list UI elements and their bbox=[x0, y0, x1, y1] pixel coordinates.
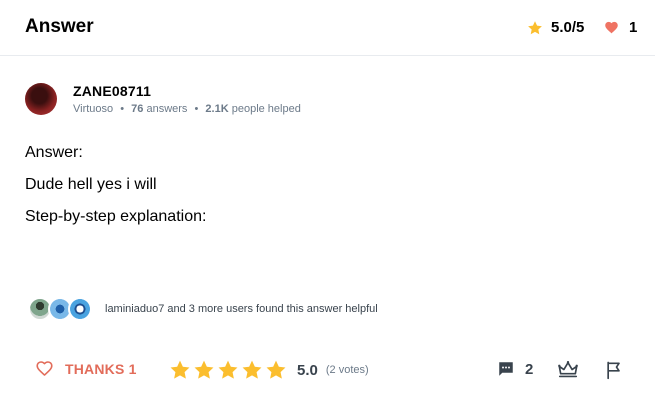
author-name[interactable]: ZANE08711 bbox=[73, 83, 301, 99]
avatar[interactable] bbox=[25, 83, 57, 115]
answers-label: answers bbox=[146, 103, 188, 115]
heart-icon bbox=[605, 21, 618, 34]
star-icon[interactable] bbox=[193, 359, 215, 381]
helper-avatar bbox=[68, 297, 92, 321]
star-icon[interactable] bbox=[241, 359, 263, 381]
answer-line: Answer: bbox=[25, 144, 83, 161]
separator-dot: • bbox=[120, 103, 125, 115]
flag-icon[interactable] bbox=[604, 360, 624, 380]
answer-body: Answer: Dude hell yes i will Step-by-ste… bbox=[25, 144, 206, 240]
separator-dot: • bbox=[194, 103, 199, 115]
helpful-text: laminiaduo7 and 3 more users found this … bbox=[105, 303, 378, 315]
comments-count: 2 bbox=[525, 360, 534, 378]
rating-score: 5.0 bbox=[297, 361, 318, 379]
page-title: Answer bbox=[25, 16, 94, 37]
thanks-button[interactable]: THANKS 1 bbox=[35, 359, 137, 378]
answers-count: 76 bbox=[131, 103, 144, 115]
star-rating: 5.0 (2 votes) bbox=[169, 359, 369, 381]
helped-label: people helped bbox=[231, 103, 301, 115]
answer-line: Dude hell yes i will bbox=[25, 176, 157, 193]
header-likes: 1 bbox=[604, 19, 637, 36]
likes-count: 1 bbox=[629, 19, 638, 36]
author-info: ZANE08711 Virtuoso • 76 answers • 2.1K p… bbox=[73, 83, 301, 115]
comment-icon bbox=[499, 362, 513, 376]
star-icon[interactable] bbox=[217, 359, 239, 381]
answer-line: Step-by-step explanation: bbox=[25, 208, 207, 225]
author-rank: Virtuoso bbox=[73, 103, 114, 115]
author-block: ZANE08711 Virtuoso • 76 answers • 2.1K p… bbox=[25, 83, 301, 115]
helper-avatars bbox=[28, 297, 96, 321]
thanks-label: THANKS 1 bbox=[65, 360, 137, 377]
answer-header: Answer 5.0/5 1 bbox=[0, 0, 655, 56]
votes-count: (2 votes) bbox=[325, 364, 369, 376]
comments-button[interactable]: 2 bbox=[497, 360, 533, 378]
helped-count: 2.1K bbox=[205, 103, 229, 115]
action-bar: THANKS 1 5.0 (2 votes) 2 bbox=[0, 352, 655, 388]
rating-value: 5.0/5 bbox=[551, 19, 585, 36]
star-icon bbox=[528, 20, 542, 34]
heart-outline-icon bbox=[36, 361, 53, 376]
star-icon[interactable] bbox=[169, 359, 191, 381]
star-icon[interactable] bbox=[265, 359, 287, 381]
author-meta: Virtuoso • 76 answers • 2.1K people help… bbox=[73, 103, 301, 115]
helpful-summary: laminiaduo7 and 3 more users found this … bbox=[28, 297, 378, 321]
header-rating: 5.0/5 bbox=[527, 19, 584, 36]
crown-icon[interactable] bbox=[557, 359, 579, 381]
